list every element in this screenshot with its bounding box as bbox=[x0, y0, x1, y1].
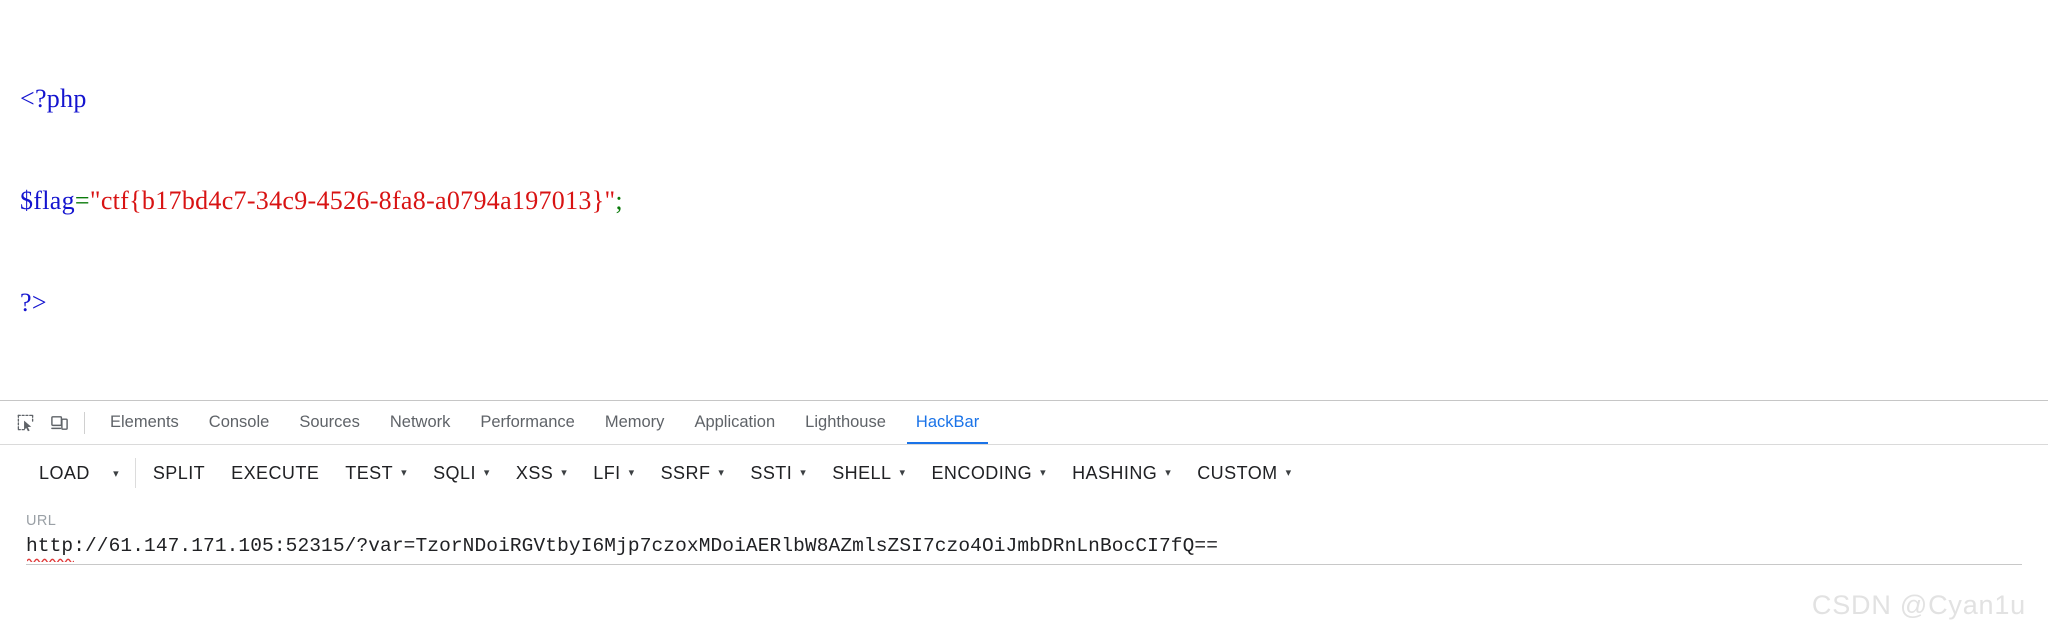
chevron-down-icon: ▾ bbox=[113, 467, 119, 480]
chevron-down-icon: ▾ bbox=[628, 466, 635, 479]
chevron-down-icon: ▾ bbox=[401, 466, 408, 479]
device-toolbar-glyph bbox=[50, 416, 68, 430]
hackbar-ssrf-menu[interactable]: SSRF ▾ bbox=[648, 455, 738, 491]
hackbar-custom-menu[interactable]: CUSTOM ▾ bbox=[1184, 455, 1304, 491]
chevron-down-icon: ▾ bbox=[718, 466, 725, 479]
tab-network[interactable]: Network bbox=[375, 401, 466, 444]
button-label: SSTI bbox=[750, 462, 793, 483]
tab-hackbar[interactable]: HackBar bbox=[901, 401, 994, 444]
hackbar-shell-menu[interactable]: SHELL ▾ bbox=[819, 455, 918, 491]
toolbar-divider bbox=[84, 411, 85, 434]
tab-label: Network bbox=[389, 413, 451, 431]
tab-console[interactable]: Console bbox=[194, 401, 285, 444]
inspect-element-glyph bbox=[17, 414, 33, 432]
chevron-down-icon: ▾ bbox=[1040, 466, 1047, 479]
csdn-watermark: CSDN @Cyan1u bbox=[1811, 590, 2026, 620]
tab-memory[interactable]: Memory bbox=[590, 401, 680, 444]
spellcheck-underline-icon bbox=[27, 558, 74, 562]
chevron-down-icon: ▾ bbox=[561, 466, 568, 479]
php-source-code: <?php $flag="ctf{b17bd4c7-34c9-4526-8fa8… bbox=[20, 14, 2048, 388]
hackbar-ssti-menu[interactable]: SSTI ▾ bbox=[737, 455, 819, 491]
code-line-flag-assignment: $flag="ctf{b17bd4c7-34c9-4526-8fa8-a0794… bbox=[20, 184, 2048, 218]
hackbar-execute-button[interactable]: EXECUTE bbox=[218, 455, 332, 491]
code-line-php-close: ?> bbox=[20, 286, 2048, 320]
button-label: XSS bbox=[515, 462, 554, 483]
button-label: TEST bbox=[345, 462, 394, 483]
tab-label: Console bbox=[208, 413, 270, 431]
devtools-panel: Elements Console Sources Network Perform… bbox=[0, 400, 2048, 635]
hackbar-load-dropdown-caret[interactable]: ▾ bbox=[103, 455, 129, 491]
tab-label: Lighthouse bbox=[805, 413, 886, 431]
device-toolbar-icon[interactable] bbox=[42, 406, 76, 440]
url-input-wrapper bbox=[26, 535, 2022, 565]
php-assign-operator: = bbox=[74, 186, 90, 215]
button-label: SHELL bbox=[832, 462, 892, 483]
hackbar-xss-menu[interactable]: XSS ▾ bbox=[503, 455, 580, 491]
browser-page-content: <?php $flag="ctf{b17bd4c7-34c9-4526-8fa8… bbox=[0, 0, 2048, 400]
chevron-down-icon: ▾ bbox=[800, 466, 807, 479]
tab-label: HackBar bbox=[915, 413, 980, 431]
inspect-element-icon[interactable] bbox=[8, 406, 42, 440]
button-label: LOAD bbox=[39, 462, 90, 483]
tab-elements[interactable]: Elements bbox=[95, 401, 194, 444]
button-label: SSRF bbox=[660, 462, 711, 483]
tab-label: Performance bbox=[480, 413, 575, 431]
hackbar-test-menu[interactable]: TEST ▾ bbox=[332, 455, 420, 491]
php-close-tag: ?> bbox=[20, 288, 47, 317]
tab-label: Memory bbox=[604, 413, 665, 431]
button-label: SQLI bbox=[433, 462, 476, 483]
hackbar-url-field: URL bbox=[0, 501, 2048, 565]
tab-performance[interactable]: Performance bbox=[465, 401, 589, 444]
hackbar-load-button[interactable]: LOAD bbox=[26, 455, 103, 491]
hackbar-toolbar: LOAD ▾ SPLIT EXECUTE TEST ▾ SQLI ▾ XSS ▾ LF… bbox=[0, 445, 2048, 501]
tab-sources[interactable]: Sources bbox=[284, 401, 375, 444]
tab-label: Application bbox=[694, 413, 776, 431]
php-open-tag: <?php bbox=[20, 84, 87, 113]
hackbar-split-button[interactable]: SPLIT bbox=[140, 455, 218, 491]
php-variable-flag: $flag bbox=[20, 186, 75, 215]
button-label: SPLIT bbox=[152, 462, 206, 483]
button-label: LFI bbox=[593, 462, 621, 483]
hackbar-encoding-menu[interactable]: ENCODING ▾ bbox=[918, 455, 1059, 491]
button-label: CUSTOM bbox=[1197, 462, 1278, 483]
hackbar-sqli-menu[interactable]: SQLI ▾ bbox=[420, 455, 503, 491]
button-label: EXECUTE bbox=[231, 462, 320, 483]
tab-application[interactable]: Application bbox=[679, 401, 790, 444]
chevron-down-icon: ▾ bbox=[483, 466, 490, 479]
chevron-down-icon: ▾ bbox=[899, 466, 906, 479]
code-line-php-open: <?php bbox=[20, 82, 2048, 116]
button-label: ENCODING bbox=[931, 462, 1033, 483]
chevron-down-icon: ▾ bbox=[1165, 466, 1172, 479]
php-statement-semicolon: ; bbox=[615, 186, 623, 215]
chevron-down-icon: ▾ bbox=[1285, 466, 1292, 479]
button-label: HASHING bbox=[1072, 462, 1158, 483]
hackbar-lfi-menu[interactable]: LFI ▾ bbox=[580, 455, 647, 491]
url-field-label: URL bbox=[26, 513, 57, 529]
php-string-quote-close: " bbox=[604, 186, 616, 215]
php-string-quote-open: " bbox=[89, 186, 101, 215]
tab-lighthouse[interactable]: Lighthouse bbox=[790, 401, 901, 444]
hackbar-toolbar-divider bbox=[134, 458, 136, 488]
tab-label: Elements bbox=[110, 413, 179, 431]
hackbar-hashing-menu[interactable]: HASHING ▾ bbox=[1059, 455, 1184, 491]
url-input[interactable] bbox=[26, 535, 2022, 557]
ctf-flag-value: ctf{b17bd4c7-34c9-4526-8fa8-a0794a197013… bbox=[100, 186, 605, 215]
devtools-tab-bar: Elements Console Sources Network Perform… bbox=[0, 401, 2048, 445]
tab-label: Sources bbox=[299, 413, 360, 431]
